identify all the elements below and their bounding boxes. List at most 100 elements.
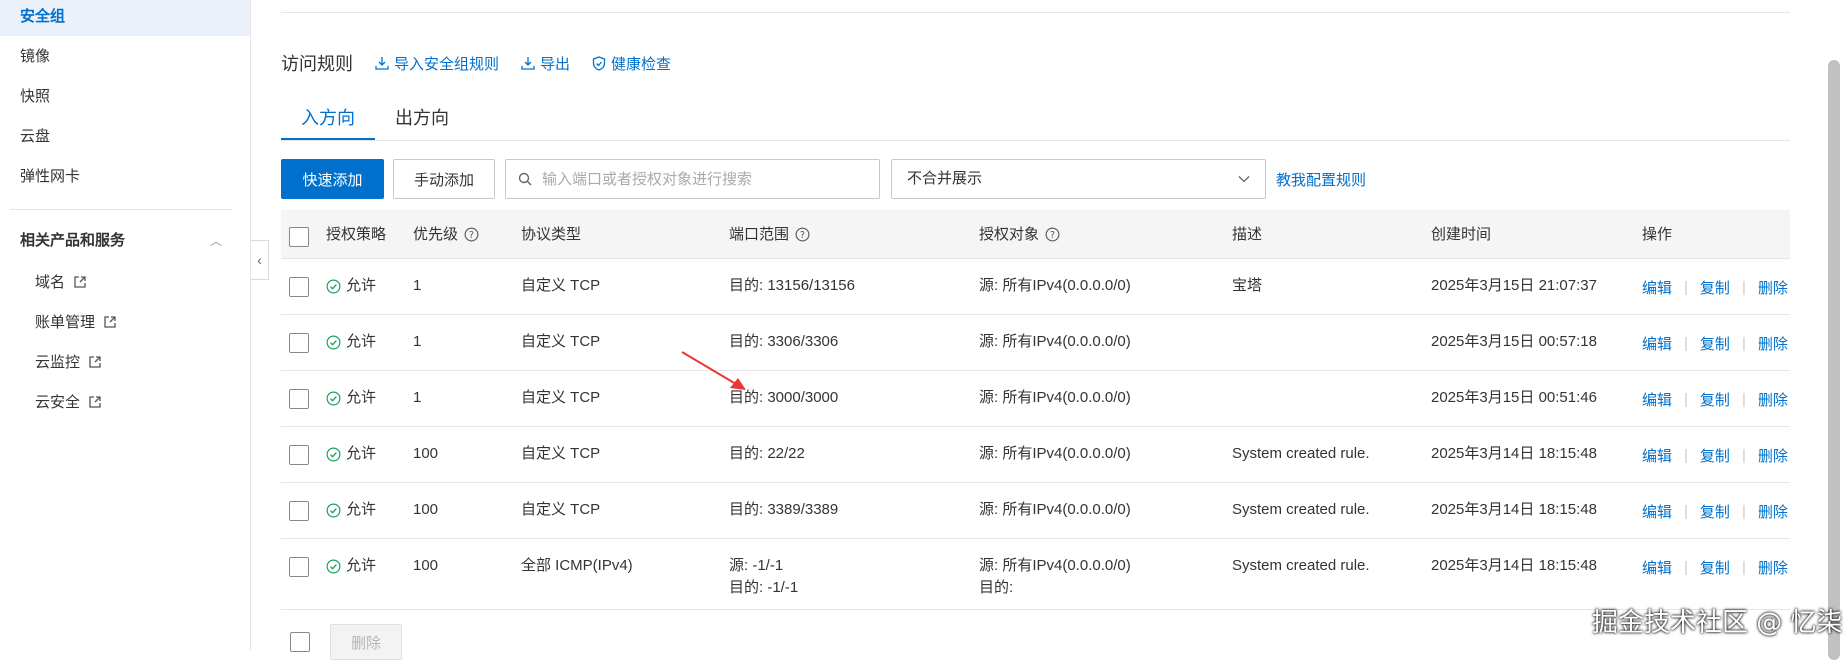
export-link[interactable]: 导出 (521, 53, 570, 74)
download-icon (375, 57, 389, 70)
sidebar-item-image[interactable]: 镜像 (0, 38, 250, 76)
row-checkbox[interactable] (289, 445, 309, 465)
vertical-scrollbar[interactable] (1828, 60, 1840, 660)
table-row: 允许 100 自定义 TCP 目的: 22/22 源: 所有IPv4(0.0.0.0/0… (281, 427, 1790, 483)
created-time-cell: 2025年3月15日 00:57:18 (1431, 333, 1597, 350)
header-port-range: 端口范围 ? (729, 210, 810, 259)
manual-add-button[interactable]: 手动添加 (393, 159, 495, 199)
health-check-link[interactable]: 健康检查 (592, 53, 671, 74)
header-label: 优先级 (413, 226, 459, 243)
search-box (505, 159, 880, 199)
chevron-down-icon (1238, 176, 1250, 183)
header-description: 描述 (1232, 210, 1262, 259)
header-label: 创建时间 (1431, 226, 1492, 243)
delete-link[interactable]: 删除 (1758, 277, 1788, 298)
delete-link[interactable]: 删除 (1758, 445, 1788, 466)
merge-display-select[interactable]: 不合并展示 (891, 159, 1266, 199)
header-actions: 操作 (1642, 210, 1672, 259)
batch-delete-button[interactable]: 删除 (330, 624, 402, 660)
row-actions: 编辑 | 复制 | 删除 (1642, 277, 1788, 298)
select-all-checkbox[interactable] (289, 227, 309, 247)
priority-cell: 100 (413, 445, 439, 462)
edit-link[interactable]: 编辑 (1642, 501, 1672, 522)
separator: | (1741, 335, 1746, 352)
row-checkbox[interactable] (289, 333, 309, 353)
direction-tabs: 入方向 出方向 (281, 100, 469, 140)
copy-link[interactable]: 复制 (1700, 445, 1730, 466)
port-range-line: 源: -1/-1 (729, 557, 784, 574)
tab-outbound[interactable]: 出方向 (375, 100, 469, 140)
sidebar-item-eni[interactable]: 弹性网卡 (0, 158, 250, 196)
edit-link[interactable]: 编辑 (1642, 557, 1672, 578)
auth-object-line: 源: 所有IPv4(0.0.0.0/0) (979, 389, 1131, 406)
protocol-cell: 自定义 TCP (521, 333, 601, 350)
edit-link[interactable]: 编辑 (1642, 333, 1672, 354)
row-checkbox[interactable] (289, 277, 309, 297)
copy-link[interactable]: 复制 (1700, 501, 1730, 522)
sidebar-link-monitor[interactable]: 云监控 (35, 348, 102, 378)
edit-link[interactable]: 编辑 (1642, 389, 1672, 410)
delete-link[interactable]: 删除 (1758, 389, 1788, 410)
policy-label: 允许 (346, 277, 377, 294)
policy-label: 允许 (346, 501, 377, 518)
delete-link[interactable]: 删除 (1758, 333, 1788, 354)
description-cell: System created rule. (1232, 557, 1370, 574)
help-circle-icon[interactable]: ? (1045, 227, 1060, 242)
sidebar-item-disk[interactable]: 云盘 (0, 118, 250, 156)
health-check-label: 健康检查 (611, 55, 672, 73)
header-policy: 授权策略 (326, 210, 386, 259)
sidebar: 安全组 镜像 快照 云盘 弹性网卡 相关产品和服务 ︿ 域名 账单管理 云监控 … (0, 0, 251, 650)
table-row: 允许 100 全部 ICMP(IPv4) 源: -1/-1 目的: -1/-1 源: 所有… (281, 539, 1790, 610)
footer-select-all-checkbox[interactable] (290, 632, 310, 652)
row-checkbox[interactable] (289, 501, 309, 521)
external-link-icon (88, 390, 102, 420)
copy-link[interactable]: 复制 (1700, 557, 1730, 578)
auth-object-cell: 源: 所有IPv4(0.0.0.0/0) (979, 387, 1131, 409)
row-checkbox[interactable] (289, 557, 309, 577)
delete-link[interactable]: 删除 (1758, 501, 1788, 522)
copy-link[interactable]: 复制 (1700, 277, 1730, 298)
priority-cell: 100 (413, 501, 439, 518)
table-body: 允许 1 自定义 TCP 目的: 13156/13156 源: 所有IPv4(0.0.0… (281, 259, 1790, 610)
delete-link[interactable]: 删除 (1758, 557, 1788, 578)
quick-add-button[interactable]: 快速添加 (281, 159, 384, 199)
auth-object-cell: 源: 所有IPv4(0.0.0.0/0) (979, 443, 1131, 465)
created-time-cell: 2025年3月15日 00:51:46 (1431, 389, 1597, 406)
auth-object-cell: 源: 所有IPv4(0.0.0.0/0) 目的: (979, 555, 1131, 599)
sidebar-link-label: 云监控 (35, 354, 81, 371)
tab-inbound[interactable]: 入方向 (281, 100, 375, 140)
row-checkbox[interactable] (289, 389, 309, 409)
created-time-cell: 2025年3月15日 21:07:37 (1431, 277, 1597, 294)
policy-label: 允许 (346, 389, 377, 406)
header-label: 授权对象 (979, 226, 1040, 243)
import-rules-link[interactable]: 导入安全组规则 (375, 53, 499, 74)
sidebar-collapse-button[interactable]: ‹ (251, 240, 269, 280)
description-cell: System created rule. (1232, 501, 1370, 518)
port-range-cell: 源: -1/-1 目的: -1/-1 (729, 555, 798, 599)
merge-display-value: 不合并展示 (907, 170, 983, 187)
table-row: 允许 1 自定义 TCP 目的: 3000/3000 源: 所有IPv4(0.0.0.0… (281, 371, 1790, 427)
edit-link[interactable]: 编辑 (1642, 445, 1672, 466)
header-label: 授权策略 (326, 226, 387, 243)
sidebar-divider (10, 209, 232, 210)
check-circle-icon (326, 503, 341, 517)
header-label: 描述 (1232, 226, 1263, 243)
rules-table: 授权策略 优先级 ? 协议类型 端口范围 ? 授权对象 ? 描述 创建时间 操作… (281, 210, 1790, 610)
sidebar-link-billing[interactable]: 账单管理 (35, 308, 117, 338)
copy-link[interactable]: 复制 (1700, 389, 1730, 410)
help-circle-icon[interactable]: ? (464, 227, 479, 242)
sidebar-item-security-group[interactable]: 安全组 (0, 0, 250, 36)
copy-link[interactable]: 复制 (1700, 333, 1730, 354)
search-input[interactable] (540, 169, 870, 189)
config-help-link[interactable]: 教我配置规则 (1276, 169, 1366, 190)
header-priority: 优先级 ? (413, 210, 479, 259)
auth-object-cell: 源: 所有IPv4(0.0.0.0/0) (979, 331, 1131, 353)
sidebar-link-domain[interactable]: 域名 (35, 268, 87, 298)
protocol-cell: 自定义 TCP (521, 389, 601, 406)
sidebar-link-cloud-security[interactable]: 云安全 (35, 388, 102, 418)
sidebar-group-related[interactable]: 相关产品和服务 ︿ (20, 226, 232, 256)
sidebar-item-snapshot[interactable]: 快照 (0, 78, 250, 116)
help-circle-icon[interactable]: ? (795, 227, 810, 242)
search-icon (518, 172, 532, 186)
edit-link[interactable]: 编辑 (1642, 277, 1672, 298)
